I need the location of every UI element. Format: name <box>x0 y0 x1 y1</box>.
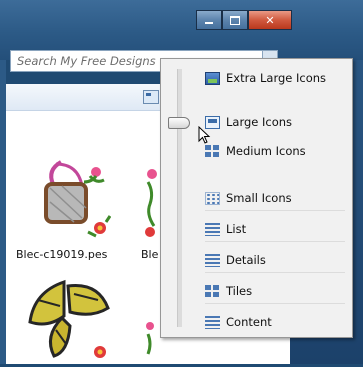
embroidery-butterfly-thumbnail <box>28 279 110 358</box>
menu-item-content[interactable]: Content <box>205 312 272 332</box>
menu-separator <box>205 272 345 273</box>
small-icons-icon <box>205 191 220 205</box>
menu-item-small-icons[interactable]: Small Icons <box>205 188 292 208</box>
menu-item-label: Extra Large Icons <box>226 71 327 85</box>
menu-item-extra-large-icons[interactable]: Extra Large Icons <box>205 68 326 88</box>
menu-separator <box>205 241 345 242</box>
embroidery-thumbnail <box>146 322 154 355</box>
list-icon <box>205 222 220 236</box>
view-slider-track[interactable] <box>177 69 182 327</box>
file-tile[interactable] <box>16 276 111 364</box>
menu-separator <box>205 303 345 304</box>
details-icon <box>205 253 220 267</box>
menu-item-list[interactable]: List <box>205 219 246 239</box>
file-tile[interactable] <box>16 152 112 262</box>
menu-item-medium-icons[interactable]: Medium Icons <box>205 141 306 161</box>
maximize-button[interactable] <box>222 10 248 30</box>
menu-item-large-icons[interactable]: Large Icons <box>205 112 292 132</box>
close-button[interactable]: ✕ <box>248 10 292 30</box>
content-icon <box>205 315 220 329</box>
mouse-cursor-icon <box>198 126 211 144</box>
views-button[interactable] <box>143 90 159 104</box>
file-tile[interactable] <box>134 152 160 262</box>
embroidery-flower-thumbnail <box>145 169 157 237</box>
menu-item-label: Medium Icons <box>226 144 306 158</box>
menu-item-label: List <box>226 222 247 236</box>
menu-item-tiles[interactable]: Tiles <box>205 281 252 301</box>
caption-buttons: ✕ <box>196 10 292 30</box>
menu-item-details[interactable]: Details <box>205 250 266 270</box>
view-menu: Extra Large Icons Large Icons Medium Ico… <box>160 58 353 338</box>
menu-item-label: Content <box>226 315 272 329</box>
menu-item-label: Small Icons <box>226 191 292 205</box>
menu-separator <box>205 210 345 211</box>
minimize-button[interactable] <box>196 10 222 30</box>
tiles-icon <box>205 284 220 298</box>
embroidery-bag-thumbnail <box>44 160 112 238</box>
menu-item-label: Large Icons <box>226 115 293 129</box>
file-tile[interactable] <box>136 276 160 364</box>
extra-large-icons-icon <box>205 71 220 85</box>
file-name-label: Blec-c19019.pes <box>16 248 108 261</box>
menu-item-label: Details <box>226 253 266 267</box>
view-slider-thumb[interactable] <box>168 117 190 129</box>
file-name-label: Ble <box>141 248 159 261</box>
menu-item-label: Tiles <box>226 284 253 298</box>
medium-icons-icon <box>205 144 220 158</box>
